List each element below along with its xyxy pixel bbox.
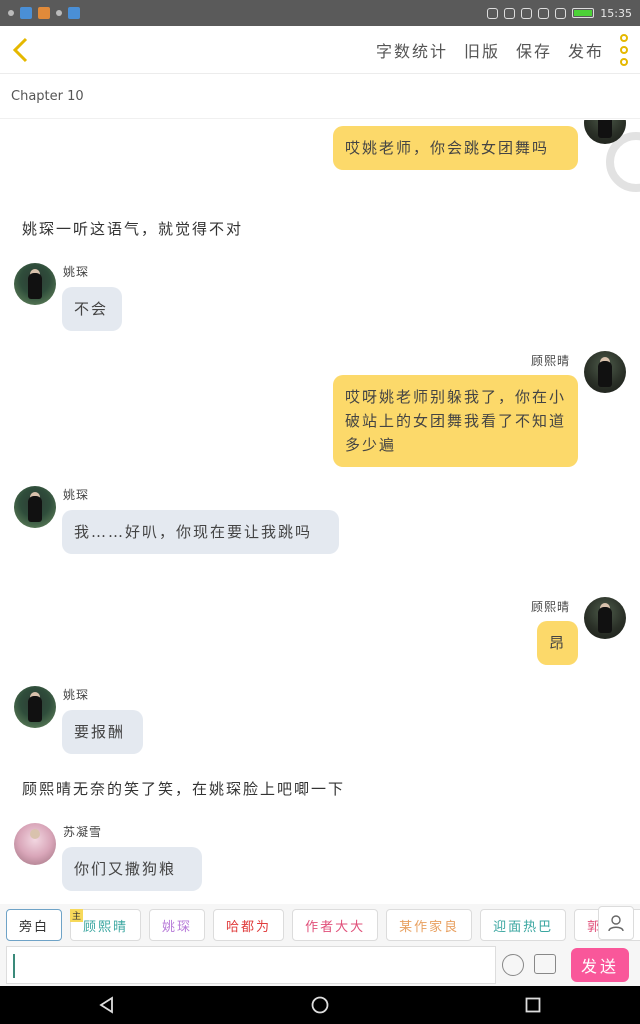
vibrate-icon (504, 7, 516, 19)
input-bar: 发送 (0, 946, 640, 986)
app-notification-icon (68, 7, 80, 19)
person-icon (608, 915, 624, 932)
alarm-icon (521, 7, 533, 19)
save-button[interactable]: 保存 (516, 38, 552, 62)
main-role-tag: 主 (70, 909, 84, 922)
top-bar: 字数统计 旧版 保存 发布 (0, 26, 640, 74)
avatar[interactable] (584, 597, 626, 639)
notification-dot-icon (8, 10, 14, 16)
role-chip[interactable]: 作者大大 (292, 909, 379, 941)
message-bubble[interactable]: 你们又撒狗粮 (62, 847, 202, 891)
role-chip[interactable]: 姚琛 (149, 909, 206, 941)
back-triangle-icon[interactable] (97, 995, 117, 1015)
publish-button[interactable]: 发布 (568, 38, 604, 62)
text-caret (13, 954, 15, 978)
recent-apps-icon[interactable] (523, 995, 543, 1015)
wifi-icon (555, 7, 567, 19)
role-chip[interactable]: 迎面热巴 (480, 909, 567, 941)
avatar[interactable] (14, 486, 56, 528)
role-chip[interactable]: 哈都为 (213, 909, 285, 941)
message-bubble[interactable]: 要报酬 (62, 710, 143, 754)
send-button[interactable]: 发送 (571, 948, 629, 982)
emoji-icon[interactable] (502, 954, 524, 976)
avatar[interactable] (14, 263, 56, 305)
notification-dot-icon (56, 10, 62, 16)
role-chip[interactable]: 某作家良 (386, 909, 473, 941)
message-bubble[interactable]: 不会 (62, 287, 122, 331)
app-notification-icon (20, 7, 32, 19)
back-button[interactable] (0, 26, 40, 74)
character-manager-button[interactable] (598, 906, 634, 940)
chat-area[interactable]: 哎姚老师，你会跳女团舞吗 姚琛一听这语气，就觉得不对 姚琛 不会 顾熙晴 哎呀姚… (0, 120, 640, 900)
system-nav-bar (0, 986, 640, 1024)
sender-name: 姚琛 (63, 688, 90, 702)
avatar[interactable] (584, 351, 626, 393)
headphone-icon (487, 7, 499, 19)
message-bubble[interactable]: 昂 (537, 621, 578, 665)
narration-text[interactable]: 顾熙晴无奈的笑了笑，在姚琛脸上吧唧一下 (22, 778, 345, 799)
narration-text[interactable]: 姚琛一听这语气，就觉得不对 (22, 218, 243, 239)
role-chip-narration[interactable]: 旁白 (6, 909, 63, 941)
eye-icon (538, 7, 550, 19)
sender-name: 姚琛 (63, 488, 90, 502)
avatar[interactable] (14, 823, 56, 865)
status-bar: 15:35 (0, 0, 640, 26)
chapter-title[interactable]: Chapter 10 (0, 75, 640, 119)
sender-name: 姚琛 (63, 265, 90, 279)
sender-name: 顾熙晴 (531, 354, 571, 368)
role-chip[interactable]: 主 顾熙晴 (70, 909, 142, 941)
app-notification-icon (38, 7, 50, 19)
role-selector-bar: 旁白 主 顾熙晴 姚琛 哈都为 作者大大 某作家良 迎面热巴 郭富城 (0, 904, 640, 946)
sender-name: 苏凝雪 (63, 825, 103, 839)
battery-icon (572, 8, 595, 18)
message-bubble[interactable]: 哎姚老师，你会跳女团舞吗 (333, 126, 578, 170)
chevron-left-icon (12, 37, 28, 62)
message-input[interactable] (6, 946, 496, 984)
message-bubble[interactable]: 哎呀姚老师别躲我了，你在小破站上的女团舞我看了不知道多少遍 (333, 375, 578, 467)
home-circle-icon[interactable] (310, 995, 330, 1015)
status-time: 15:35 (600, 6, 632, 20)
old-version-button[interactable]: 旧版 (464, 38, 500, 62)
sender-name: 顾熙晴 (531, 600, 571, 614)
word-count-button[interactable]: 字数统计 (376, 38, 448, 62)
image-icon[interactable] (534, 954, 556, 974)
avatar[interactable] (14, 686, 56, 728)
message-bubble[interactable]: 我……好叭，你现在要让我跳吗 (62, 510, 339, 554)
more-menu-icon[interactable] (614, 33, 634, 66)
